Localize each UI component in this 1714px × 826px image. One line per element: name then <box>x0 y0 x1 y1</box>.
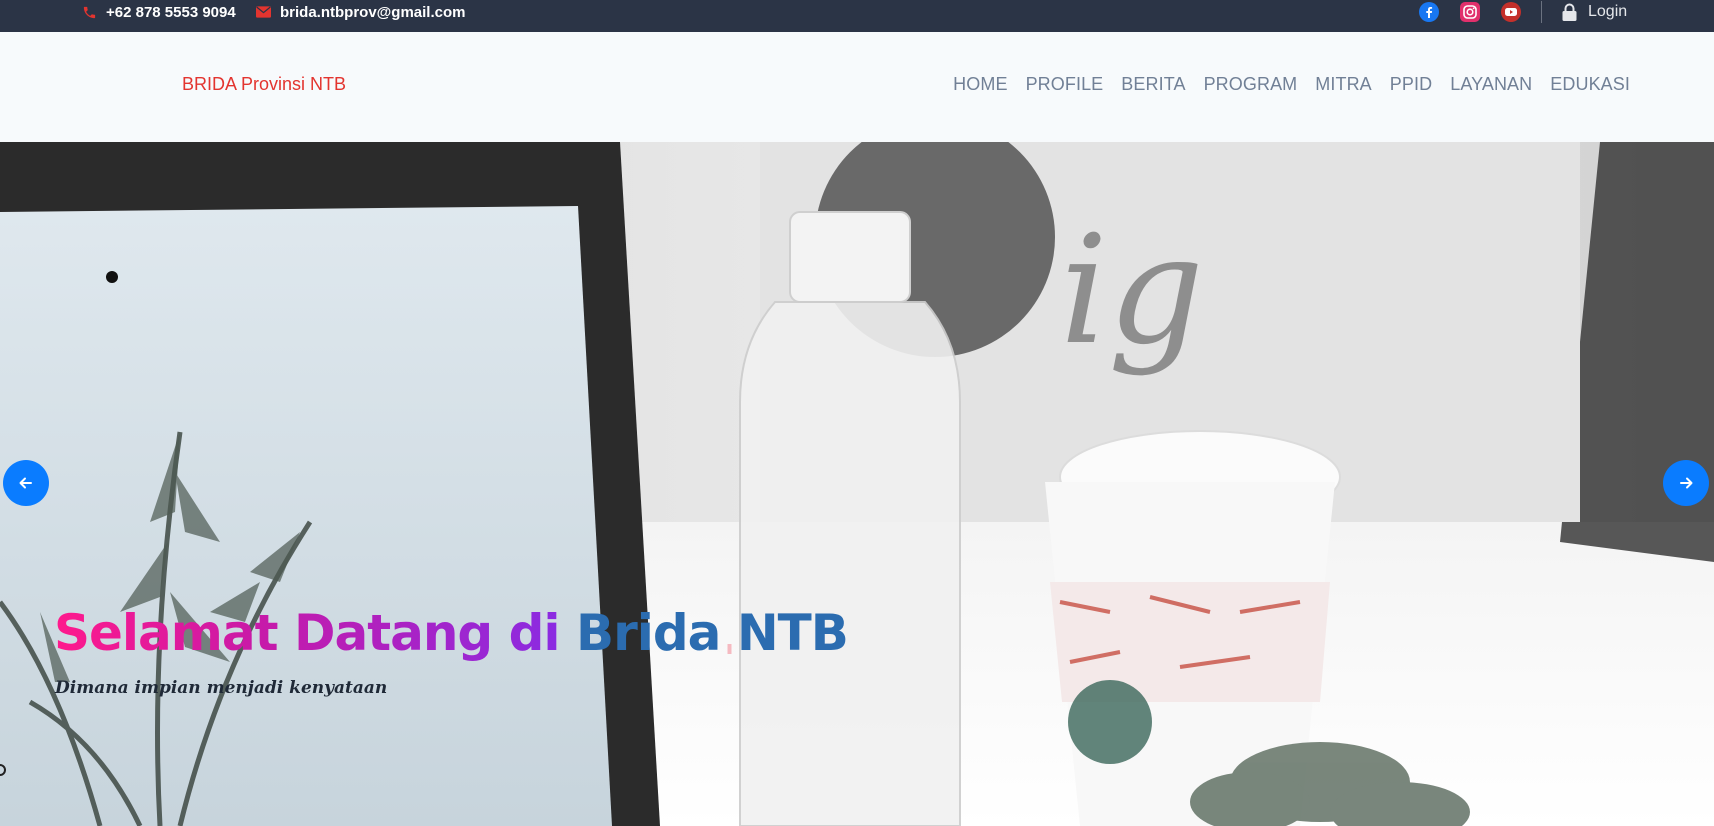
envelope-icon <box>256 6 271 18</box>
hero-slider: ig Selamat Datang di Brida NTB Dimana im… <box>0 142 1714 826</box>
email-address: brida.ntbprov@gmail.com <box>280 3 466 21</box>
slider-prev-button[interactable] <box>3 460 49 506</box>
site-brand[interactable]: BRIDA Provinsi NTB <box>182 74 346 95</box>
nav-ppid[interactable]: PPID <box>1390 74 1432 95</box>
nav-mitra[interactable]: MITRA <box>1315 74 1372 95</box>
nav-berita[interactable]: BERITA <box>1121 74 1185 95</box>
nav-layanan[interactable]: LAYANAN <box>1450 74 1532 95</box>
arrow-left-icon <box>19 477 32 489</box>
main-nav: HOME PROFILE BERITA PROGRAM MITRA PPID L… <box>953 74 1630 95</box>
nav-program[interactable]: PROGRAM <box>1204 74 1298 95</box>
contact-phone[interactable]: +62 878 5553 9094 <box>82 0 236 24</box>
topbar-divider <box>1541 1 1542 23</box>
login-label: Login <box>1588 3 1628 20</box>
hero-title: Selamat Datang di Brida NTB <box>54 604 849 662</box>
slider-next-button[interactable] <box>1663 460 1709 506</box>
contact-email[interactable]: brida.ntbprov@gmail.com <box>256 0 465 24</box>
svg-text:ig: ig <box>1060 204 1204 378</box>
hero-title-part1: Selamat Datang di <box>54 604 561 662</box>
nav-profile[interactable]: PROFILE <box>1026 74 1104 95</box>
hero-title-part2: Brida NTB <box>575 604 849 662</box>
lock-icon <box>1562 3 1577 21</box>
arrow-right-icon <box>1680 477 1693 489</box>
hero-subtitle: Dimana impian menjadi kenyataan <box>55 678 388 698</box>
login-link[interactable]: Login <box>1562 0 1627 24</box>
site-header: BRIDA Provinsi NTB HOME PROFILE BERITA P… <box>0 32 1714 142</box>
nav-home[interactable]: HOME <box>953 74 1007 95</box>
youtube-icon[interactable] <box>1500 2 1522 22</box>
nav-edukasi[interactable]: EDUKASI <box>1550 74 1630 95</box>
instagram-icon[interactable] <box>1459 2 1481 22</box>
top-bar: +62 878 5553 9094 brida.ntbprov@gmail.co… <box>0 0 1714 32</box>
hero-background-image: ig <box>0 142 1714 826</box>
phone-icon <box>82 5 97 20</box>
phone-number: +62 878 5553 9094 <box>106 3 236 21</box>
facebook-icon[interactable] <box>1418 2 1440 22</box>
